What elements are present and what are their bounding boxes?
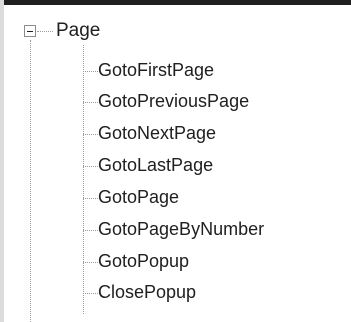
tree-item-label: GotoNextPage <box>98 123 217 143</box>
tree-item-label: GotoFirstPage <box>98 60 215 80</box>
root-connector <box>37 31 53 32</box>
tree-item-label: GotoPage <box>98 187 180 207</box>
tree-item[interactable]: GotoPageByNumber <box>83 218 333 242</box>
tree-connector <box>83 134 98 135</box>
tree-item[interactable]: GotoPreviousPage <box>83 90 333 114</box>
tree-item-label: GotoLastPage <box>98 155 214 175</box>
tree-panel: Page GotoFirstPage GotoPreviousPage Goto… <box>0 0 351 322</box>
tree-item-label: GotoPageByNumber <box>98 219 265 239</box>
tree-connector <box>83 166 98 167</box>
tree-item[interactable]: GotoPopup <box>83 250 333 274</box>
collapse-toggle-icon[interactable] <box>24 25 36 37</box>
tree-connector <box>83 71 98 72</box>
tree-item[interactable]: GotoLastPage <box>83 154 333 178</box>
tree-view: Page GotoFirstPage GotoPreviousPage Goto… <box>0 0 351 322</box>
tree-root-page[interactable]: Page <box>56 20 100 42</box>
tree-item[interactable]: GotoNextPage <box>83 122 333 146</box>
tree-guide-line <box>30 40 31 322</box>
tree-item-label: GotoPreviousPage <box>98 91 250 111</box>
tree-item-label: GotoPopup <box>98 251 190 271</box>
tree-item-label: ClosePopup <box>98 282 197 302</box>
tree-item[interactable]: GotoFirstPage <box>83 59 333 83</box>
tree-item[interactable]: GotoPage <box>83 186 333 210</box>
tree-connector <box>83 198 98 199</box>
tree-connector <box>83 230 98 231</box>
tree-connector <box>83 262 98 263</box>
tree-connector <box>83 102 98 103</box>
tree-connector <box>83 293 98 294</box>
tree-item[interactable]: ClosePopup <box>83 281 333 305</box>
